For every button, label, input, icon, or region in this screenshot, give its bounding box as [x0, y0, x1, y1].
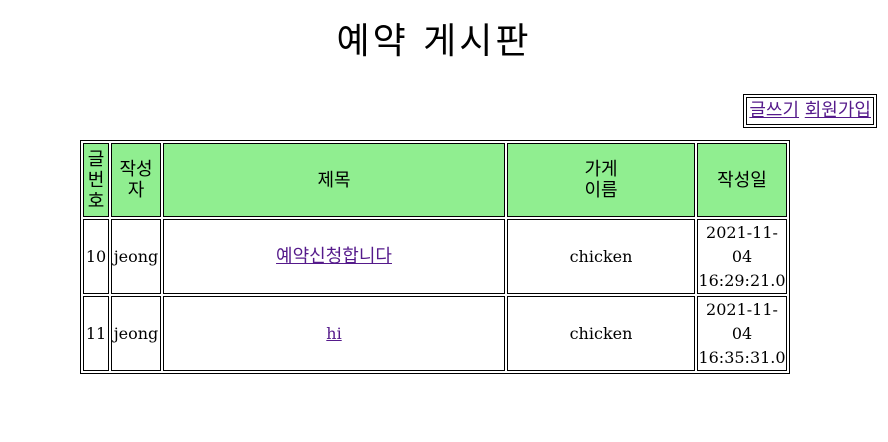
row-date-line-1: 2021-11- — [706, 222, 778, 242]
signup-link[interactable]: 회원가입 — [805, 100, 871, 121]
table-header-row: 글 번 호 작성 자 제목 가게 이름 작성일 — [83, 143, 787, 217]
header-subject: 제목 — [163, 143, 506, 217]
row-subject-cell: 예약신청합니다 — [163, 219, 506, 294]
header-store-name: 가게 이름 — [507, 143, 695, 217]
row-subject-link[interactable]: 예약신청합니다 — [276, 246, 392, 267]
write-link[interactable]: 글쓰기 — [749, 100, 799, 121]
header-store-line-2: 이름 — [584, 180, 618, 201]
row-store-name: chicken — [507, 296, 695, 371]
row-store-name: chicken — [507, 219, 695, 294]
header-author-line-2: 자 — [127, 180, 145, 201]
row-date-line-2: 04 — [731, 246, 753, 266]
action-links-box: 글쓰기 회원가입 — [743, 94, 877, 128]
row-date-line-3: 16:29:21.0 — [698, 270, 786, 290]
row-author: jeong — [111, 219, 161, 294]
table-row: 11 jeong hi chicken 2021-11- 04 16:35:31… — [83, 296, 787, 371]
header-post-number-line-3: 호 — [87, 190, 105, 212]
header-post-number: 글 번 호 — [83, 143, 109, 217]
page: 예약 게시판 글쓰기 회원가입 글 번 호 작성 자 제목 가게 이름 작성일 … — [0, 0, 888, 442]
page-title: 예약 게시판 — [336, 21, 532, 62]
row-date: 2021-11- 04 16:29:21.0 — [697, 219, 787, 294]
row-date-line-1: 2021-11- — [706, 299, 778, 319]
row-author: jeong — [111, 296, 161, 371]
row-post-number: 10 — [83, 219, 109, 294]
row-subject-link[interactable]: hi — [326, 324, 341, 343]
reservation-table: 글 번 호 작성 자 제목 가게 이름 작성일 10 jeong 예약신청합니다… — [80, 140, 790, 374]
row-date-line-2: 04 — [731, 323, 753, 343]
header-post-number-line-2: 번 — [87, 169, 105, 191]
header-store-line-1: 가게 — [584, 159, 618, 180]
header-author-line-1: 작성 — [119, 159, 153, 180]
table-row: 10 jeong 예약신청합니다 chicken 2021-11- 04 16:… — [83, 219, 787, 294]
header-post-number-line-1: 글 — [87, 148, 105, 170]
header-date: 작성일 — [697, 143, 787, 217]
row-date-line-3: 16:35:31.0 — [698, 347, 786, 367]
header-author: 작성 자 — [111, 143, 161, 217]
row-subject-cell: hi — [163, 296, 506, 371]
action-links-inner: 글쓰기 회원가입 — [746, 97, 874, 125]
row-date: 2021-11- 04 16:35:31.0 — [697, 296, 787, 371]
row-post-number: 11 — [83, 296, 109, 371]
